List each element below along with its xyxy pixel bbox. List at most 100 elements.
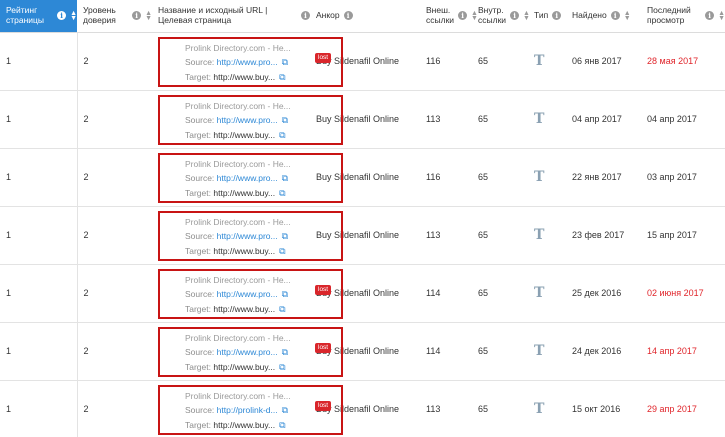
source-label: Source: bbox=[185, 405, 215, 415]
external-link-icon[interactable]: ⧉ bbox=[279, 72, 285, 82]
page-title-link[interactable]: Prolink Directory.com - He... bbox=[185, 99, 291, 114]
target-url-link[interactable]: http://www.buy... bbox=[213, 304, 275, 314]
last-seen-cell: 29 апр 2017 bbox=[647, 404, 697, 414]
source-url-link[interactable]: http://www.pro... bbox=[217, 347, 278, 357]
col-label: Рейтинг страницы bbox=[6, 4, 45, 25]
page-title-link[interactable]: Prolink Directory.com - He... bbox=[185, 215, 291, 230]
info-icon[interactable]: i bbox=[510, 11, 520, 21]
target-url-link[interactable]: http://www.buy... bbox=[213, 72, 275, 82]
trust-level-cell: 2 bbox=[83, 114, 89, 124]
info-icon[interactable]: i bbox=[705, 11, 715, 21]
link-cell: Prolink Directory.com - He... Source: ht… bbox=[152, 32, 343, 90]
external-link-icon[interactable]: ⧉ bbox=[282, 289, 288, 299]
link-cell: Prolink Directory.com - He... Source: ht… bbox=[152, 264, 343, 322]
source-url-link[interactable]: http://www.pro... bbox=[217, 231, 278, 241]
info-icon[interactable]: i bbox=[57, 11, 67, 21]
external-link-icon[interactable]: ⧉ bbox=[279, 130, 285, 140]
info-icon[interactable]: i bbox=[132, 11, 142, 21]
source-url-link[interactable]: http://www.pro... bbox=[217, 57, 278, 67]
link-cell: Prolink Directory.com - He... Source: ht… bbox=[152, 206, 343, 264]
table-row: 1 2 Prolink Directory.com - He... Source… bbox=[0, 206, 725, 264]
external-link-icon[interactable]: ⧉ bbox=[282, 173, 288, 183]
page-rating-cell: 1 bbox=[0, 206, 78, 264]
found-date-cell: 22 янв 2017 bbox=[572, 172, 622, 182]
info-icon[interactable]: i bbox=[301, 11, 310, 21]
external-links-cell: 114 bbox=[426, 346, 441, 356]
text-type-icon: T bbox=[534, 53, 545, 69]
internal-links-cell: 65 bbox=[478, 404, 489, 414]
info-icon[interactable]: i bbox=[343, 11, 353, 21]
external-link-icon[interactable]: ⧉ bbox=[282, 347, 288, 357]
col-label: Внутр. ссылки bbox=[478, 4, 507, 25]
target-url-link[interactable]: http://www.buy... bbox=[213, 362, 275, 372]
external-link-icon[interactable]: ⧉ bbox=[279, 420, 285, 430]
target-label: Target: bbox=[185, 419, 211, 430]
target-url-link[interactable]: http://www.buy... bbox=[213, 420, 275, 430]
external-link-icon[interactable]: ⧉ bbox=[282, 231, 288, 241]
trust-level-cell: 2 bbox=[83, 404, 89, 414]
col-label: Последний просмотр bbox=[647, 4, 691, 25]
trust-level-cell: 2 bbox=[83, 288, 89, 298]
last-seen-cell: 02 июня 2017 bbox=[647, 288, 704, 298]
col-label: Название и исходный URL | Целевая страни… bbox=[158, 4, 268, 25]
col-header-page-rating[interactable]: Рейтинг страницы i ▲ ▼ bbox=[0, 0, 77, 33]
internal-links-cell: 65 bbox=[478, 346, 489, 356]
last-seen-cell: 15 апр 2017 bbox=[647, 230, 697, 240]
external-link-icon[interactable]: ⧉ bbox=[279, 304, 285, 314]
external-link-icon[interactable]: ⧉ bbox=[282, 57, 288, 67]
sort-icon[interactable]: ▲ ▼ bbox=[70, 10, 77, 22]
sort-icon[interactable]: ▲ ▼ bbox=[624, 10, 631, 22]
col-label: Уровень доверия bbox=[83, 4, 116, 25]
col-header-trust-level[interactable]: Уровень доверия i ▲ ▼ bbox=[77, 0, 152, 33]
info-icon[interactable]: i bbox=[458, 11, 468, 21]
col-header-internal-links[interactable]: Внутр. ссылки i ▲ ▼ bbox=[472, 0, 530, 33]
col-label: Найдено bbox=[572, 9, 607, 20]
sort-icon[interactable]: ▲ ▼ bbox=[471, 10, 478, 22]
source-label: Source: bbox=[185, 115, 215, 125]
col-header-type: Тип i bbox=[528, 0, 566, 33]
text-type-icon: T bbox=[534, 343, 545, 359]
page-title-link[interactable]: Prolink Directory.com - He... bbox=[185, 331, 291, 346]
target-url-link[interactable]: http://www.buy... bbox=[213, 188, 275, 198]
source-url-link[interactable]: http://www.pro... bbox=[217, 173, 278, 183]
last-seen-cell: 14 апр 2017 bbox=[647, 346, 697, 356]
external-link-icon[interactable]: ⧉ bbox=[282, 115, 288, 125]
target-url-link[interactable]: http://www.buy... bbox=[213, 246, 275, 256]
external-link-icon[interactable]: ⧉ bbox=[279, 246, 285, 256]
sort-icon[interactable]: ▲ ▼ bbox=[145, 10, 152, 22]
external-link-icon[interactable]: ⧉ bbox=[279, 362, 285, 372]
page-title-link[interactable]: Prolink Directory.com - He... bbox=[185, 41, 291, 56]
source-label: Source: bbox=[185, 231, 215, 241]
type-cell: T bbox=[528, 322, 566, 380]
target-url-link[interactable]: http://www.buy... bbox=[213, 130, 275, 140]
type-cell: T bbox=[528, 380, 566, 437]
internal-links-cell: 65 bbox=[478, 230, 489, 240]
source-url-link[interactable]: http://www.pro... bbox=[217, 115, 278, 125]
col-header-last-seen[interactable]: Последний просмотр i ▲ ▼ bbox=[641, 0, 725, 33]
source-url-link[interactable]: http://prolink-d... bbox=[217, 405, 278, 415]
sort-icon[interactable]: ▲ ▼ bbox=[523, 10, 530, 22]
sort-icon[interactable]: ▲ ▼ bbox=[718, 10, 725, 22]
external-link-icon[interactable]: ⧉ bbox=[279, 188, 285, 198]
source-url-link[interactable]: http://www.pro... bbox=[217, 289, 278, 299]
page-title-link[interactable]: Prolink Directory.com - He... bbox=[185, 157, 291, 172]
found-date-cell: 25 дек 2016 bbox=[572, 288, 622, 298]
text-type-icon: T bbox=[534, 401, 545, 417]
external-links-cell: 116 bbox=[426, 172, 441, 182]
col-header-found[interactable]: Найдено i ▲ ▼ bbox=[566, 0, 641, 33]
info-icon[interactable]: i bbox=[552, 11, 562, 21]
table-row: 1 2 Prolink Directory.com - He... Source… bbox=[0, 148, 725, 206]
page-title-link[interactable]: Prolink Directory.com - He... bbox=[185, 273, 291, 288]
type-cell: T bbox=[528, 148, 566, 206]
col-header-anchor: Анкор i bbox=[310, 0, 420, 33]
info-icon[interactable]: i bbox=[610, 11, 620, 21]
external-link-icon[interactable]: ⧉ bbox=[282, 405, 288, 415]
type-cell: T bbox=[528, 90, 566, 148]
col-header-external-links[interactable]: Внеш. ссылки i ▲ ▼ bbox=[420, 0, 478, 33]
target-label: Target: bbox=[185, 245, 211, 256]
internal-links-cell: 65 bbox=[478, 114, 489, 124]
page-rating-cell: 1 bbox=[0, 264, 78, 322]
page-title-link[interactable]: Prolink Directory.com - He... bbox=[185, 389, 291, 404]
last-seen-cell: 04 апр 2017 bbox=[647, 114, 697, 124]
link-cell: Prolink Directory.com - He... Source: ht… bbox=[152, 90, 343, 148]
